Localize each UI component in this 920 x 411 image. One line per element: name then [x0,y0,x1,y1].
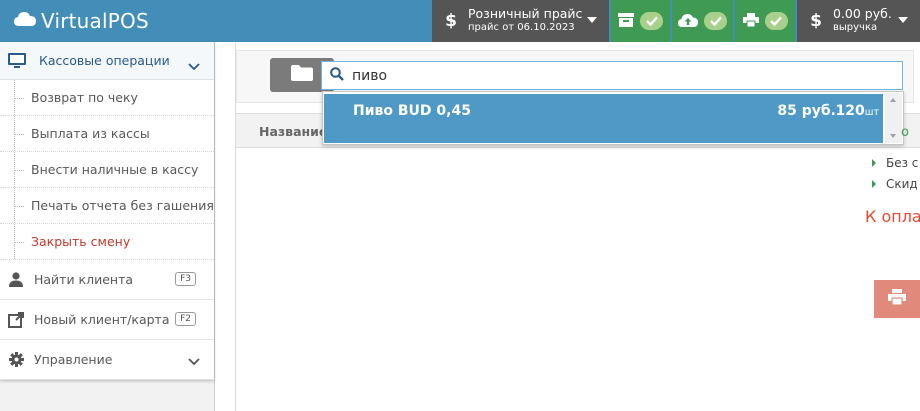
printer-status-button[interactable] [735,0,795,42]
search-results-dropdown: Пиво BUD 0,45 85 руб. 120шт [322,91,904,145]
caret-down-icon [898,17,908,23]
to-pay-label: К оплат [865,207,920,226]
search-icon [330,66,344,85]
revenue-label: выручка [833,22,878,33]
sidebar-item-label: Внести наличные в кассу [31,162,199,177]
sidebar-item-cash-payout[interactable]: Выплата из кассы [0,116,214,152]
cloud-upload-icon [678,12,698,31]
column-header-name[interactable]: Название [259,124,327,139]
archive-status-button[interactable] [611,0,670,42]
chevron-down-icon [188,354,200,369]
product-stock: 120шт [835,103,879,119]
sidebar-item-print-x-report[interactable]: Печать отчета без гашения [0,188,214,224]
shortcut-badge: F2 [175,312,196,326]
sidebar-item-label: Новый клиент/карта [34,312,170,327]
panel-header-text: о [901,125,909,140]
sidebar-section-cash-operations[interactable]: Кассовые операции [0,42,214,80]
print-receipt-button[interactable] [874,280,920,318]
sidebar-item-label: Выплата из кассы [31,126,150,141]
product-name: Пиво BUD 0,45 [353,103,471,119]
app-title: VirtualPOS [41,9,149,33]
sidebar-item-cash-deposit[interactable]: Внести наличные в кассу [0,152,214,188]
archive-icon [618,12,634,31]
check-icon [645,16,658,26]
desktop-icon [8,52,26,69]
cloud-sync-button[interactable] [672,0,733,42]
option-discount[interactable]: Скид [872,177,918,191]
caret-down-icon [587,17,597,23]
caret-right-icon [872,180,876,188]
gear-icon [8,352,24,368]
print-icon [742,12,759,31]
sidebar-item-label: Печать отчета без гашения [31,198,214,213]
price-list-name: Розничный прайс [468,6,583,21]
price-list-date: прайс от 06.10.2023 [468,22,575,33]
sidebar-item-label: Закрыть смену [31,234,131,249]
option-no-discount[interactable]: Без с [872,156,918,170]
shortcut-badge: F3 [175,272,196,286]
caret-right-icon [872,159,876,167]
sidebar-item-label: Возврат по чеку [31,90,138,105]
status-ok-badge [764,12,788,30]
revenue-amount: 0.00 руб. [833,6,892,21]
revenue-dropdown[interactable]: $ 0.00 руб. выручка [797,0,920,42]
sidebar-item-return-receipt[interactable]: Возврат по чеку [0,80,214,116]
print-icon [888,289,906,309]
sidebar-item-find-client[interactable]: Найти клиента F3 [0,260,214,300]
top-navbar: VirtualPOS $ Розничный прайс прайс от 06… [0,0,920,42]
chevron-down-icon [188,56,200,75]
sidebar-menu: Кассовые операции Возврат по чеку Выплат… [0,42,214,380]
search-result-item[interactable]: Пиво BUD 0,45 85 руб. 120шт [324,94,883,143]
external-link-icon [8,311,24,328]
dollar-icon: $ [810,11,822,31]
sidebar: Кассовые операции Возврат по чеку Выплат… [0,42,215,411]
price-list-dropdown[interactable]: $ Розничный прайс прайс от 06.10.2023 [432,0,609,42]
status-ok-badge [640,12,663,30]
search-input[interactable] [352,67,852,84]
dollar-icon: $ [445,11,457,31]
sidebar-item-management[interactable]: Управление [0,340,214,380]
sidebar-item-new-client[interactable]: Новый клиент/карта F2 [0,300,214,340]
cloud-logo-icon [14,11,36,31]
sidebar-item-label: Управление [34,352,113,367]
check-icon [709,16,722,26]
user-icon [8,272,24,288]
sidebar-section-label: Кассовые операции [39,53,170,68]
product-search [321,61,903,90]
folder-icon [291,65,313,85]
status-ok-badge [704,12,727,30]
product-price: 85 руб. [777,103,836,119]
scroll-up-arrow-icon[interactable] [890,98,896,102]
sidebar-item-close-shift[interactable]: Закрыть смену [0,224,214,260]
sidebar-item-label: Найти клиента [34,272,134,287]
app-logo[interactable]: VirtualPOS [14,8,149,34]
check-icon [770,16,782,26]
order-panel: о Без с Скид К оплат [865,120,920,320]
